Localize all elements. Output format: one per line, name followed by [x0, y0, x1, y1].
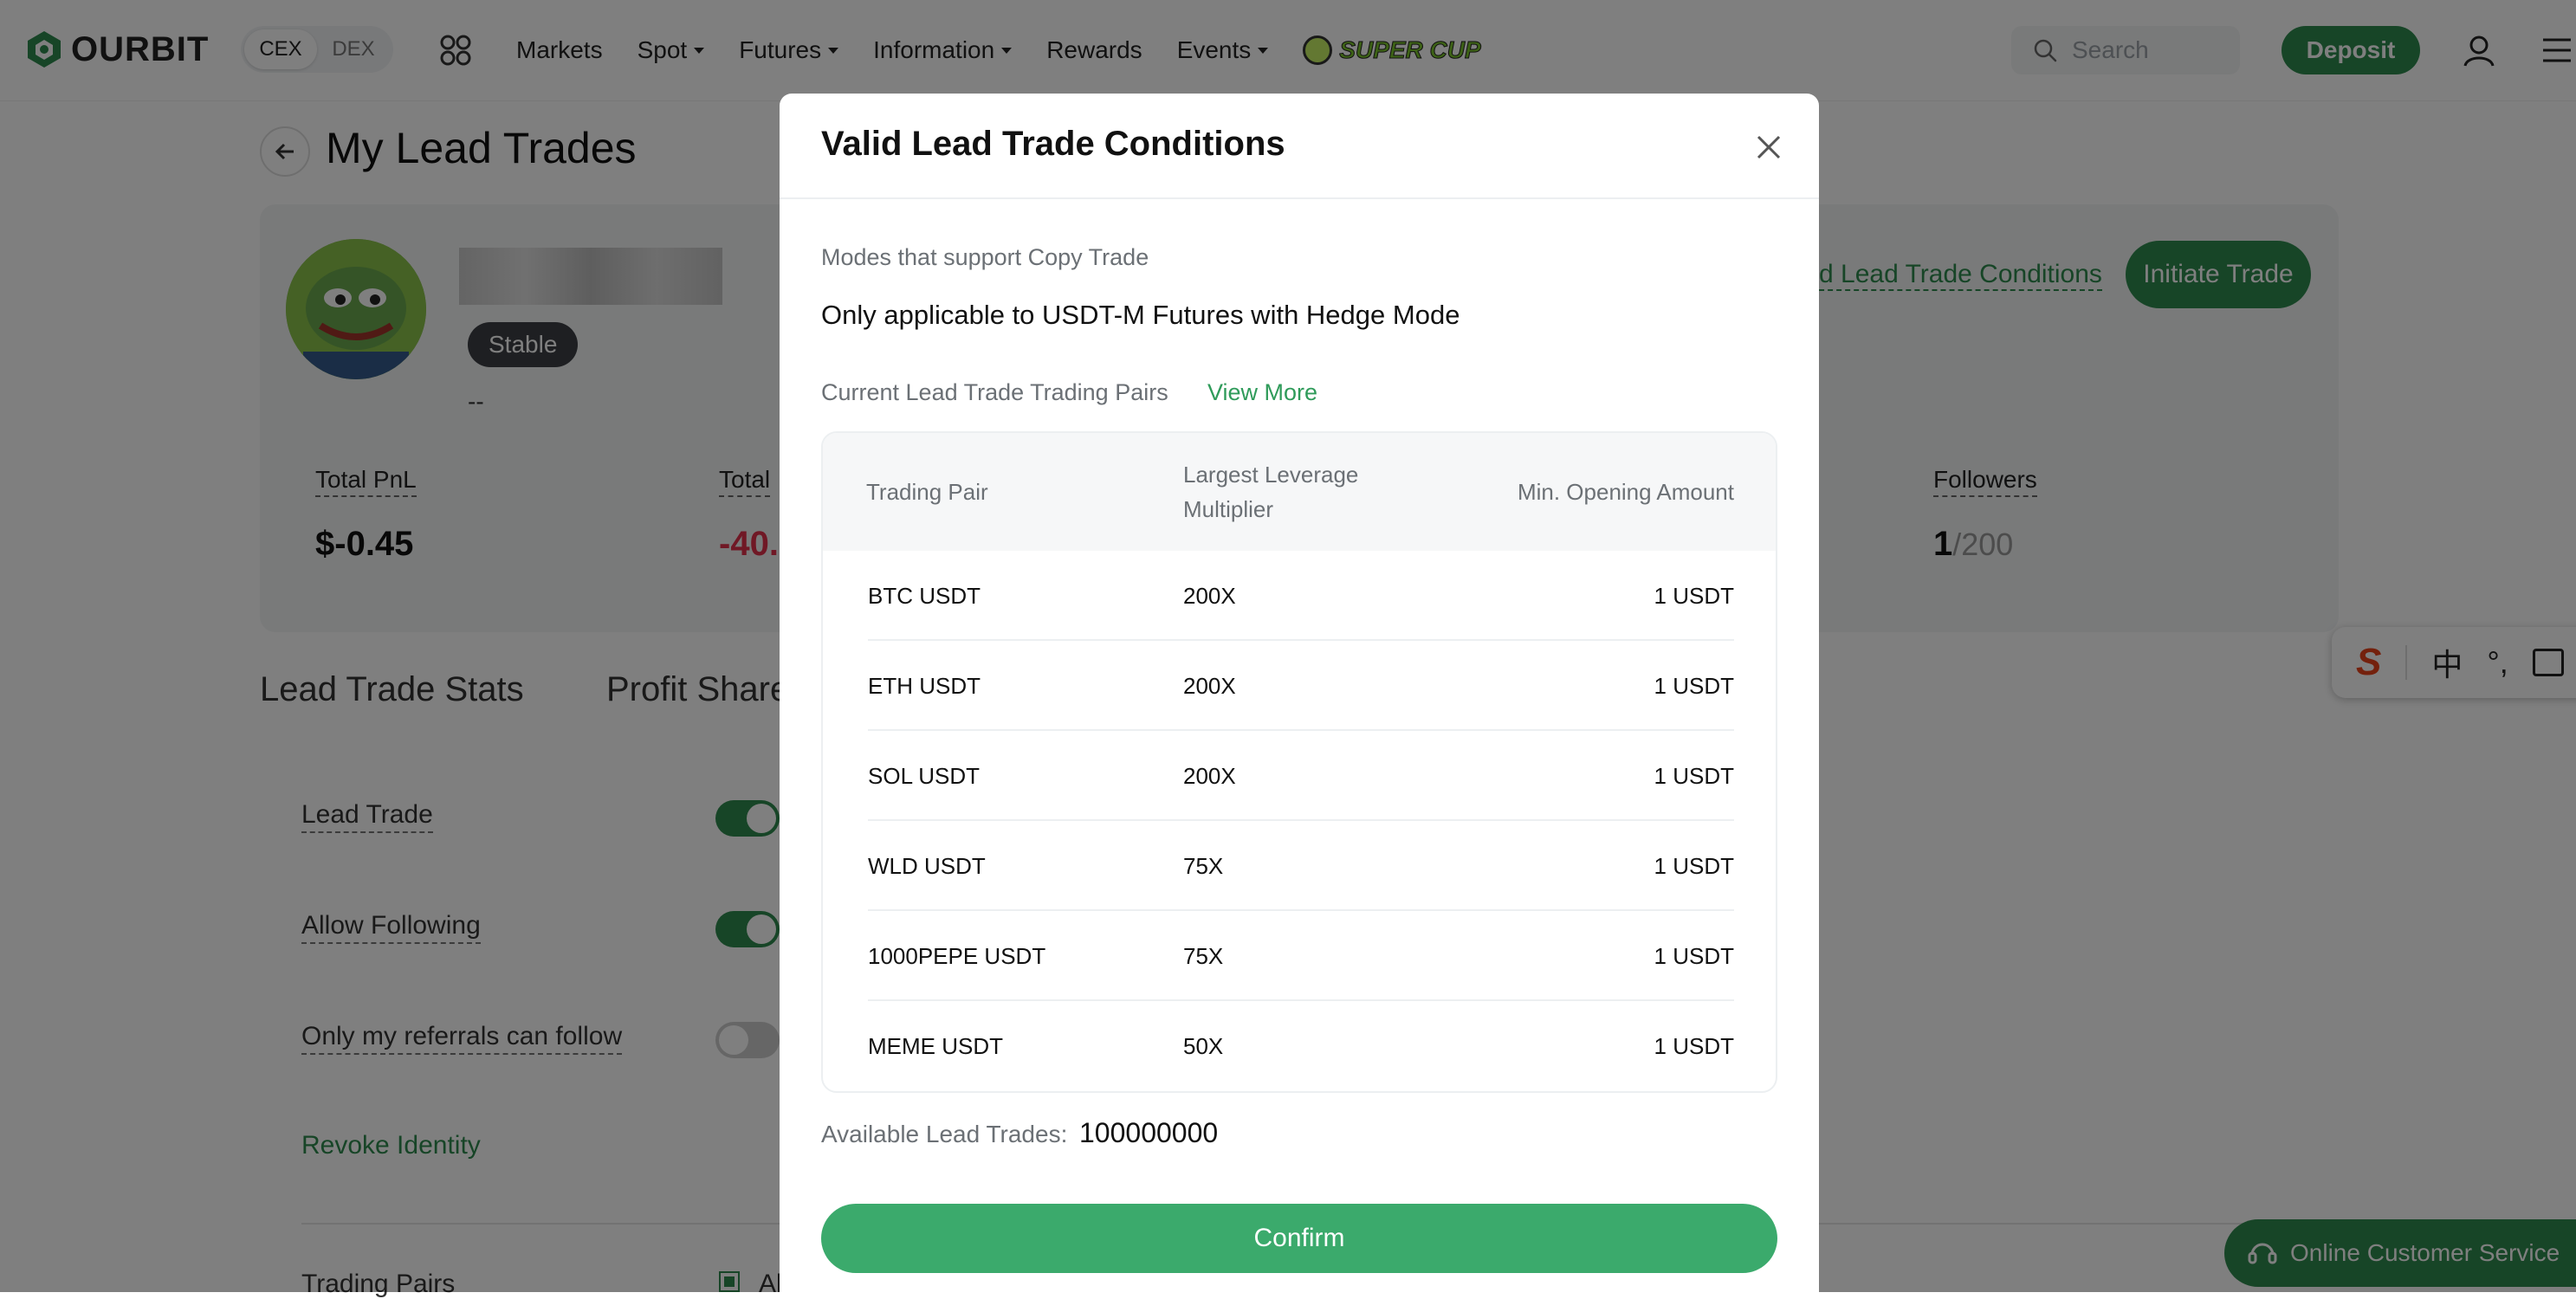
cell-leverage: 200X [1183, 763, 1236, 789]
view-more-link[interactable]: View More [1207, 379, 1317, 406]
modes-label: Modes that support Copy Trade [821, 244, 1149, 270]
cell-pair: ETH USDT [868, 673, 981, 699]
modal-header-divider [780, 197, 1819, 199]
table-row: BTC USDT 200X 1 USDT [868, 551, 1734, 641]
cell-min-amount: 1 USDT [1654, 583, 1734, 609]
table-row: WLD USDT 75X 1 USDT [868, 821, 1734, 911]
available-lead-trades-label: Available Lead Trades: [821, 1121, 1068, 1147]
modes-value: Only applicable to USDT-M Futures with H… [821, 300, 1460, 330]
cell-pair: SOL USDT [868, 763, 981, 789]
cell-min-amount: 1 USDT [1654, 853, 1734, 879]
table-row: SOL USDT 200X 1 USDT [868, 731, 1734, 821]
table-header: Trading Pair Largest Leverage Multiplier… [823, 433, 1776, 551]
cell-min-amount: 1 USDT [1654, 763, 1734, 789]
header-min-opening-amount: Min. Opening Amount [1517, 479, 1734, 505]
cell-leverage: 200X [1183, 583, 1236, 609]
available-lead-trades-value: 100000000 [1079, 1117, 1219, 1148]
header-leverage-line1: Largest Leverage [1183, 462, 1359, 488]
cell-pair: 1000PEPE USDT [868, 943, 1046, 969]
cell-pair: BTC USDT [868, 583, 981, 609]
modal-title: Valid Lead Trade Conditions [821, 125, 1285, 163]
cell-leverage: 200X [1183, 673, 1236, 699]
confirm-button[interactable]: Confirm [821, 1204, 1777, 1273]
cell-pair: MEME USDT [868, 1033, 1003, 1059]
trading-pairs-table: Trading Pair Largest Leverage Multiplier… [821, 431, 1777, 1093]
pairs-label: Current Lead Trade Trading Pairs [821, 379, 1168, 405]
cell-min-amount: 1 USDT [1654, 943, 1734, 969]
cell-leverage: 75X [1183, 943, 1224, 969]
cell-min-amount: 1 USDT [1654, 673, 1734, 699]
table-row: MEME USDT 50X 1 USDT [868, 1001, 1734, 1091]
header-trading-pair: Trading Pair [866, 479, 988, 505]
cell-leverage: 50X [1183, 1033, 1224, 1059]
table-row: ETH USDT 200X 1 USDT [868, 641, 1734, 731]
close-icon[interactable] [1753, 132, 1784, 163]
header-leverage-line2: Multiplier [1183, 496, 1274, 522]
cell-pair: WLD USDT [868, 853, 986, 879]
cell-min-amount: 1 USDT [1654, 1033, 1734, 1059]
cell-leverage: 75X [1183, 853, 1224, 879]
table-row: 1000PEPE USDT 75X 1 USDT [868, 911, 1734, 1001]
valid-lead-trade-conditions-modal: Valid Lead Trade Conditions Modes that s… [780, 94, 1819, 1292]
